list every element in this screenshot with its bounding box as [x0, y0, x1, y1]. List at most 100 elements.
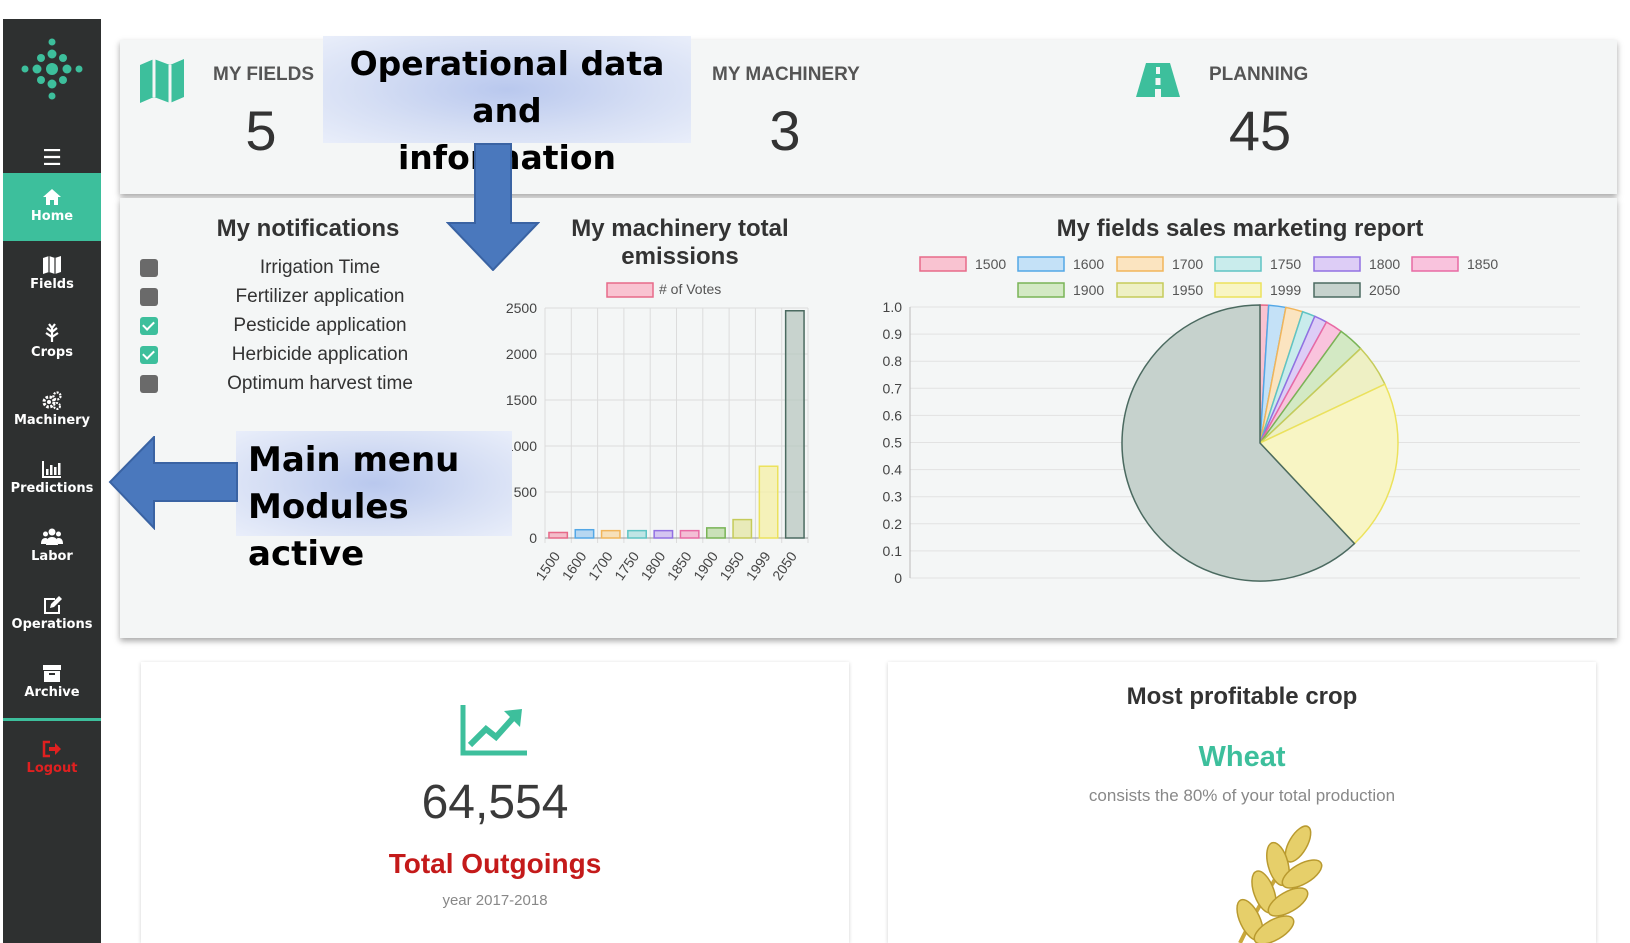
sidebar-item-archive[interactable]: Archive	[3, 649, 101, 717]
y-tick-label: 0.3	[883, 489, 903, 505]
bar	[705, 527, 726, 539]
notification-item[interactable]: Fertilizer application	[140, 284, 480, 313]
cogs-icon	[42, 391, 62, 410]
logout-button[interactable]: Logout	[3, 725, 101, 793]
x-tick-label: 1700	[585, 548, 616, 583]
logout-label: Logout	[26, 761, 78, 776]
y-tick-label: 0.4	[883, 462, 903, 478]
profitable-crop-title: Most profitable crop	[1126, 683, 1358, 710]
legend-swatch	[1313, 256, 1361, 272]
notification-checkbox[interactable]	[140, 259, 158, 277]
legend-label: 2050	[1369, 282, 1400, 298]
legend-label: 1900	[1073, 282, 1104, 298]
map-icon	[43, 256, 61, 274]
legend-swatch	[1116, 256, 1164, 272]
y-tick-label: 1.0	[883, 299, 903, 315]
legend-swatch	[1017, 282, 1065, 298]
y-tick-label: 500	[514, 484, 538, 500]
notification-label: Irrigation Time	[259, 257, 381, 278]
bar	[653, 529, 674, 539]
sidebar-item-fields[interactable]: Fields	[3, 241, 101, 309]
bar	[732, 518, 753, 539]
hamburger-icon[interactable]: ☰	[3, 147, 101, 171]
fields-stat-label: MY FIELDS	[213, 64, 314, 85]
legend-label: 1950	[1172, 282, 1203, 298]
callout-main-menu: Main menu Modules active	[236, 431, 512, 574]
emissions-chart-title: My machinery total emissions	[571, 215, 789, 270]
callout-arrow-left	[108, 436, 238, 530]
edit-icon	[44, 596, 62, 614]
notification-label: Pesticide application	[233, 315, 407, 336]
total-outgoings-period: year 2017-2018	[442, 892, 548, 909]
legend-label: # of Votes	[659, 281, 721, 297]
legend-label: 1850	[1467, 256, 1498, 272]
y-tick-label: 0	[894, 570, 902, 586]
road-icon	[1136, 63, 1180, 97]
notification-checkbox[interactable]	[140, 288, 158, 306]
planning-stat-value: 45	[1228, 99, 1292, 162]
notifications-list: Irrigation Time Fertilizer application P…	[140, 255, 480, 400]
callout-text: Main menu	[248, 440, 460, 480]
x-tick-label: 1500	[532, 548, 563, 583]
legend-label: 1800	[1369, 256, 1400, 272]
notification-checkbox[interactable]	[140, 346, 158, 364]
notification-checkbox[interactable]	[140, 317, 158, 335]
trend-up-icon	[460, 705, 527, 756]
x-tick-label: 1950	[716, 548, 747, 583]
bar	[758, 465, 779, 539]
bar	[600, 529, 621, 539]
bar	[548, 531, 569, 539]
bar-chart-icon	[42, 461, 61, 478]
x-tick-label: 1999	[743, 548, 774, 583]
sidebar-item-label: Crops	[31, 345, 73, 360]
plant-icon	[45, 323, 59, 342]
map-icon	[140, 59, 184, 103]
y-tick-label: 0.8	[883, 353, 903, 369]
x-tick-label: 1800	[637, 548, 668, 583]
legend-swatch	[606, 282, 654, 298]
planning-stat-label: PLANNING	[1209, 64, 1309, 85]
bar	[679, 529, 700, 539]
sidebar-item-label: Predictions	[10, 481, 94, 496]
bar	[627, 529, 648, 539]
emissions-bar-chart: 0500100015002000250015001600170017501800…	[506, 281, 809, 583]
sidebar-item-machinery[interactable]: Machinery	[3, 377, 101, 445]
machinery-stat-value: 3	[769, 99, 801, 162]
callout-text: Operational data and	[349, 44, 665, 130]
x-tick-label: 2050	[769, 548, 800, 583]
y-tick-label: 0.1	[883, 543, 903, 559]
legend-swatch	[919, 256, 967, 272]
notification-label: Herbicide application	[231, 344, 409, 365]
profitable-crop-description: consists the 80% of your total productio…	[1088, 786, 1396, 805]
notification-label: Fertilizer application	[235, 286, 405, 307]
app-logo[interactable]	[20, 37, 84, 101]
bar	[784, 310, 805, 539]
notification-checkbox[interactable]	[140, 375, 158, 393]
notification-label: Optimum harvest time	[227, 373, 413, 394]
notification-item[interactable]: Optimum harvest time	[140, 371, 480, 400]
y-tick-label: 2000	[506, 346, 537, 362]
sidebar-item-home[interactable]: Home	[3, 173, 101, 241]
sidebar-item-label: Labor	[31, 549, 73, 564]
notification-item[interactable]: Irrigation Time	[140, 255, 480, 284]
sidebar-item-crops[interactable]: Crops	[3, 309, 101, 377]
sales-pie-chart: 1500 1600 1700 1750 1800 1850 1900 1950 1999 2050…	[883, 256, 1580, 586]
y-tick-label: 0.2	[883, 516, 903, 532]
machinery-stat-label: MY MACHINERY	[712, 64, 860, 85]
sidebar-item-label: Operations	[11, 617, 93, 632]
profitable-crop-name: Wheat	[1198, 741, 1286, 773]
total-outgoings-label: Total Outgoings	[388, 848, 602, 879]
notification-item[interactable]: Pesticide application	[140, 313, 480, 342]
sidebar-item-predictions[interactable]: Predictions	[3, 445, 101, 513]
sidebar-item-labor[interactable]: Labor	[3, 513, 101, 581]
legend-label: 1500	[975, 256, 1006, 272]
notification-item[interactable]: Herbicide application	[140, 342, 480, 371]
total-outgoings-value: 64,554	[421, 776, 569, 829]
sidebar-item-label: Machinery	[13, 413, 91, 428]
sales-chart-title: My fields sales marketing report	[1056, 215, 1424, 242]
sidebar-item-operations[interactable]: Operations	[3, 581, 101, 649]
callout-operational-data: Operational data and information	[323, 36, 691, 177]
home-icon	[43, 189, 61, 205]
x-tick-label: 1850	[664, 548, 695, 583]
y-tick-label: 1500	[506, 392, 537, 408]
